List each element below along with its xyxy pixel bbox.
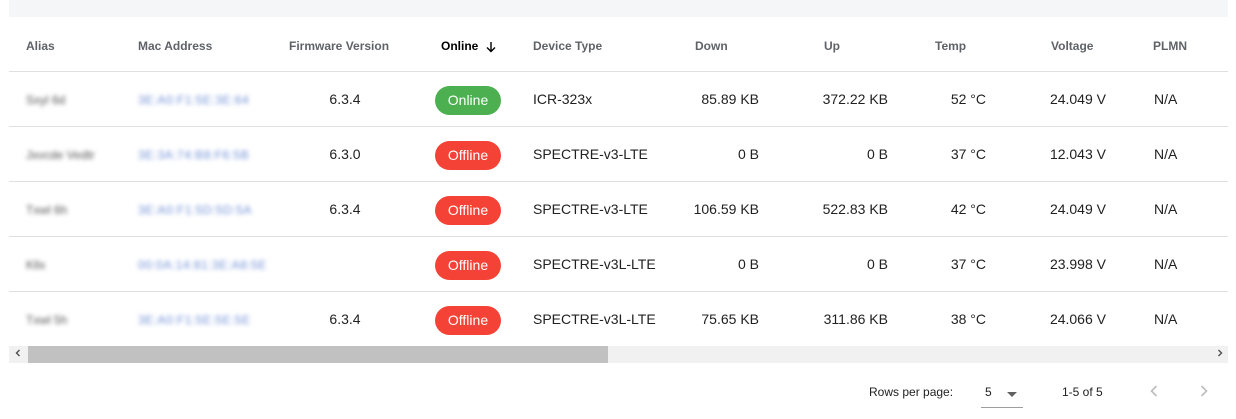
device-type-cell: SPECTRE-v3L-LTE: [533, 311, 656, 327]
chevron-right-icon: [1200, 385, 1208, 397]
column-header-mac[interactable]: Mac Address: [138, 17, 212, 72]
temp-cell: 37 °C: [950, 256, 986, 272]
alias-cell: Sxyl 6d: [26, 72, 65, 127]
voltage-cell: 24.066 V: [1049, 311, 1106, 327]
firmware-cell: 6.3.0: [329, 146, 361, 162]
status-cell: Offline: [429, 237, 507, 292]
mac-link[interactable]: 3E:A0:F1:5D:5D:5A: [138, 183, 252, 238]
status-badge: Offline: [434, 195, 502, 225]
down-cell: 0 B: [737, 256, 759, 272]
table-row[interactable]: Txwl 5h 3E:A0:F1:5E:5E:5E 6.3.4 Offline …: [9, 292, 1228, 347]
voltage-cell: 24.049 V: [1049, 91, 1106, 107]
mac-link[interactable]: 3E:3A:74:B8:F6:5B: [138, 128, 249, 183]
column-header-alias[interactable]: Alias: [26, 17, 55, 72]
device-type-cell: ICR-323x: [533, 91, 593, 107]
voltage-cell: 12.043 V: [1049, 146, 1106, 162]
status-cell: Offline: [429, 127, 507, 182]
alias-cell: Kllx: [26, 237, 45, 292]
arrow-down-icon: [486, 41, 496, 53]
table-row[interactable]: Kllx 00:0A:14:81:3E:A8:5E Offline SPECTR…: [9, 237, 1228, 292]
column-header-temp[interactable]: Temp: [935, 17, 966, 72]
up-cell: 372.22 KB: [822, 91, 888, 107]
firmware-cell: 6.3.4: [329, 91, 361, 107]
horizontal-scrollbar[interactable]: [9, 346, 1228, 363]
alias-cell: Txwl 5h: [26, 292, 67, 347]
table-header: Alias Mac Address Firmware Version Onlin…: [9, 17, 1228, 72]
column-header-down[interactable]: Down: [695, 17, 728, 72]
down-cell: 0 B: [737, 146, 759, 162]
firmware-cell: [315, 237, 375, 292]
up-cell: 522.83 KB: [822, 201, 888, 217]
mac-cell[interactable]: 3E:A0:F1:5E:5E:5E: [138, 292, 251, 347]
rows-per-page-value: 5: [985, 385, 992, 399]
status-cell: Online: [429, 72, 507, 127]
up-cell: 311.86 KB: [823, 311, 888, 327]
alias-text: Jxvcde Vedtr: [26, 148, 95, 162]
plmn-cell: N/A: [1154, 91, 1178, 107]
voltage-cell: 23.998 V: [1049, 256, 1106, 272]
mac-link[interactable]: 3E:A0:F1:5E:5E:5E: [138, 293, 251, 347]
mac-link[interactable]: 00:0A:14:81:3E:A8:5E: [138, 238, 267, 293]
status-cell: Offline: [429, 182, 507, 237]
devices-table: Alias Mac Address Firmware Version Onlin…: [9, 17, 1228, 347]
caret-down-icon: [1007, 392, 1017, 397]
alias-text: Txwl 6h: [26, 203, 68, 217]
mac-cell[interactable]: 3E:3A:74:B8:F6:5B: [138, 127, 249, 182]
alias-cell: Txwl 6h: [26, 182, 67, 237]
plmn-cell: N/A: [1154, 311, 1178, 327]
down-cell: 75.65 KB: [701, 311, 759, 327]
column-header-up[interactable]: Up: [824, 17, 840, 72]
status-badge: Offline: [434, 305, 502, 335]
down-cell: 85.89 KB: [701, 91, 759, 107]
plmn-cell: N/A: [1154, 201, 1178, 217]
mac-link[interactable]: 3E:A0:F1:5E:3E:64: [138, 73, 249, 128]
column-header-device-type[interactable]: Device Type: [533, 17, 602, 72]
mac-cell[interactable]: 3E:A0:F1:5E:3E:64: [138, 72, 249, 127]
temp-cell: 42 °C: [950, 201, 986, 217]
alias-cell: Jxvcde Vedtr: [26, 127, 95, 182]
voltage-cell: 24.049 V: [1049, 201, 1106, 217]
temp-cell: 38 °C: [950, 311, 986, 327]
status-badge: Offline: [434, 140, 502, 170]
up-cell: 0 B: [866, 256, 888, 272]
page-range: 1-5 of 5: [1062, 385, 1103, 399]
pagination-footer: Rows per page: 5 1-5 of 5: [0, 363, 1236, 419]
chevron-left-icon: [1150, 385, 1158, 397]
table-toolbar-strip: [9, 0, 1228, 17]
table-row[interactable]: Sxyl 6d 3E:A0:F1:5E:3E:64 6.3.4 Online I…: [9, 72, 1228, 127]
alias-text: Sxyl 6d: [26, 93, 66, 107]
device-type-cell: SPECTRE-v3-LTE: [533, 201, 648, 217]
firmware-cell: 6.3.4: [329, 311, 361, 327]
device-type-cell: SPECTRE-v3-LTE: [533, 146, 648, 162]
table-row[interactable]: Jxvcde Vedtr 3E:3A:74:B8:F6:5B 6.3.0 Off…: [9, 127, 1228, 182]
next-page-button[interactable]: [1192, 379, 1216, 403]
chevron-left-icon[interactable]: [9, 346, 26, 363]
alias-text: Kllx: [26, 258, 46, 272]
status-badge: Online: [434, 85, 502, 115]
column-header-voltage[interactable]: Voltage: [1051, 17, 1093, 72]
plmn-cell: N/A: [1154, 146, 1178, 162]
temp-cell: 37 °C: [950, 146, 986, 162]
table-row[interactable]: Txwl 6h 3E:A0:F1:5D:5D:5A 6.3.4 Offline …: [9, 182, 1228, 237]
alias-text: Txwl 5h: [26, 313, 68, 327]
mac-cell[interactable]: 00:0A:14:81:3E:A8:5E: [138, 237, 267, 292]
column-header-online[interactable]: Online: [441, 17, 497, 72]
plmn-cell: N/A: [1154, 256, 1178, 272]
device-type-cell: SPECTRE-v3L-LTE: [533, 256, 656, 272]
column-header-firmware[interactable]: Firmware Version: [289, 17, 389, 72]
status-badge: Offline: [434, 250, 502, 280]
rows-per-page-select[interactable]: 5: [981, 380, 1023, 408]
column-header-online-label: Online: [441, 39, 479, 53]
column-header-plmn[interactable]: PLMN: [1153, 17, 1187, 72]
down-cell: 106.59 KB: [693, 201, 759, 217]
up-cell: 0 B: [866, 146, 888, 162]
scrollbar-thumb[interactable]: [28, 346, 608, 363]
mac-cell[interactable]: 3E:A0:F1:5D:5D:5A: [138, 182, 252, 237]
chevron-right-icon[interactable]: [1211, 346, 1228, 363]
previous-page-button[interactable]: [1142, 379, 1166, 403]
temp-cell: 52 °C: [950, 91, 986, 107]
rows-per-page-label: Rows per page:: [869, 385, 954, 399]
firmware-cell: 6.3.4: [329, 201, 361, 217]
status-cell: Offline: [429, 292, 507, 347]
